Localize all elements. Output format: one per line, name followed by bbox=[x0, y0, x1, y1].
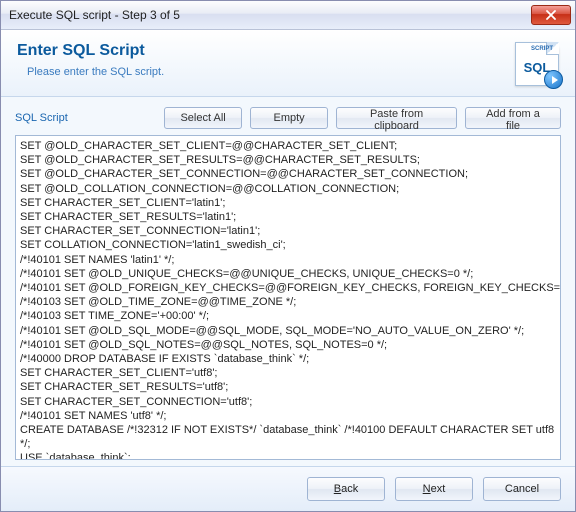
cancel-button[interactable]: Cancel bbox=[483, 477, 561, 501]
icon-band-label: SCRIPT bbox=[531, 46, 553, 52]
window-title: Execute SQL script - Step 3 of 5 bbox=[9, 8, 531, 22]
wizard-header-text: Enter SQL Script Please enter the SQL sc… bbox=[17, 42, 515, 78]
wizard-footer: Back Next Cancel bbox=[1, 466, 575, 511]
select-all-button[interactable]: Select All bbox=[164, 107, 242, 129]
back-button[interactable]: Back bbox=[307, 477, 385, 501]
script-toolbar: SQL Script Select All Empty Paste from c… bbox=[15, 107, 561, 129]
empty-button[interactable]: Empty bbox=[250, 107, 328, 129]
close-icon bbox=[546, 10, 556, 20]
play-icon bbox=[544, 70, 563, 89]
wizard-header: Enter SQL Script Please enter the SQL sc… bbox=[1, 30, 575, 97]
next-button[interactable]: Next bbox=[395, 477, 473, 501]
page-subtitle: Please enter the SQL script. bbox=[27, 66, 515, 78]
paste-from-clipboard-button[interactable]: Paste from clipboard bbox=[336, 107, 457, 129]
sql-script-input[interactable] bbox=[16, 136, 560, 459]
script-container bbox=[15, 135, 561, 460]
close-button[interactable] bbox=[531, 5, 571, 25]
dialog-window: Execute SQL script - Step 3 of 5 Enter S… bbox=[0, 0, 576, 512]
add-from-file-button[interactable]: Add from a file bbox=[465, 107, 561, 129]
sql-script-icon: SCRIPT SQL bbox=[515, 42, 559, 86]
wizard-body: SQL Script Select All Empty Paste from c… bbox=[1, 97, 575, 466]
page-title: Enter SQL Script bbox=[17, 42, 515, 60]
script-label: SQL Script bbox=[15, 112, 156, 124]
titlebar: Execute SQL script - Step 3 of 5 bbox=[1, 1, 575, 30]
